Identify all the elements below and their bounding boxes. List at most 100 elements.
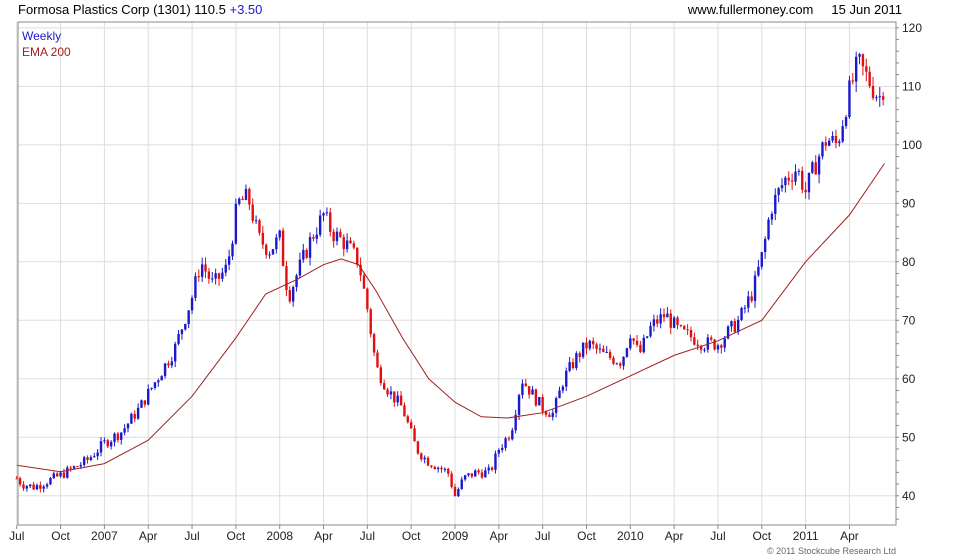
candle-body xyxy=(69,467,72,469)
candle-body xyxy=(126,423,130,429)
x-tick-label: 2011 xyxy=(793,529,819,543)
candle-body xyxy=(666,313,669,318)
candle-body xyxy=(133,413,136,419)
candle-body xyxy=(386,389,389,395)
candle-body xyxy=(426,457,430,466)
candle-body xyxy=(217,273,221,279)
candle-body xyxy=(281,230,285,267)
x-tick-label: Oct xyxy=(577,529,596,543)
candle-body xyxy=(794,171,797,182)
candle-body xyxy=(39,485,42,489)
candle-body xyxy=(659,314,662,324)
candle-body xyxy=(848,80,851,118)
candle-body xyxy=(716,345,720,350)
candle-body xyxy=(639,344,642,353)
candle-body xyxy=(160,376,163,381)
candle-body xyxy=(834,136,838,144)
legend-ema: EMA 200 xyxy=(22,45,71,59)
candle-body xyxy=(710,337,713,340)
candle-body xyxy=(352,243,356,248)
candle-body xyxy=(443,468,447,470)
candle-body xyxy=(575,353,578,369)
candle-body xyxy=(349,240,352,244)
candle-body xyxy=(177,333,180,344)
candle-body xyxy=(49,478,52,485)
candle-body xyxy=(686,329,689,331)
candle-body xyxy=(858,54,861,57)
candle-body xyxy=(527,386,531,395)
candle-body xyxy=(844,117,848,127)
candle-body xyxy=(817,156,821,175)
candle-body xyxy=(504,438,507,448)
candle-body xyxy=(457,489,460,497)
plot-frame xyxy=(17,21,897,526)
candle-body xyxy=(801,170,804,190)
candle-body xyxy=(214,273,217,279)
candle-body xyxy=(790,180,794,182)
candle-body xyxy=(581,342,585,357)
x-tick-label: Oct xyxy=(402,529,421,543)
x-tick-label: Oct xyxy=(752,529,771,543)
candle-body xyxy=(79,464,82,467)
candle-body xyxy=(42,486,45,489)
candle-body xyxy=(558,390,561,399)
candle-body xyxy=(881,96,885,100)
ema-200-line xyxy=(16,163,885,473)
candle-body xyxy=(298,259,302,276)
candle-body xyxy=(753,275,757,301)
candle-body xyxy=(123,428,126,433)
candle-body xyxy=(760,252,763,267)
candle-body xyxy=(548,414,551,417)
candle-body xyxy=(393,391,396,403)
x-tick-label: Oct xyxy=(51,529,70,543)
candle-body xyxy=(561,386,565,391)
candle-body xyxy=(440,467,443,470)
x-tick-label: Apr xyxy=(314,529,333,543)
candle-body xyxy=(66,467,69,478)
candle-body xyxy=(517,395,521,415)
candle-body xyxy=(308,237,312,258)
candle-body xyxy=(656,319,659,324)
x-tick-label: 2007 xyxy=(91,529,118,543)
candle-body xyxy=(622,356,625,366)
candle-body xyxy=(345,240,349,250)
candle-body xyxy=(784,177,787,186)
x-axis: Jul Oct 2007 Apr Jul Oct 2008 Apr Jul Oct 2009 Apr J… xyxy=(9,525,859,543)
candle-body xyxy=(615,363,619,365)
candle-body xyxy=(538,397,541,406)
candle-body xyxy=(757,266,760,276)
candle-body xyxy=(450,473,453,487)
candle-body xyxy=(747,296,750,308)
candle-body xyxy=(490,467,494,470)
candle-body xyxy=(180,329,184,334)
candle-body xyxy=(696,344,699,346)
candle-body xyxy=(275,237,278,250)
candle-body xyxy=(494,453,497,470)
candle-body xyxy=(787,177,790,181)
candle-body xyxy=(521,383,524,396)
candle-body xyxy=(713,339,716,350)
candle-body xyxy=(807,172,811,193)
candle-body xyxy=(258,220,261,233)
candle-body xyxy=(295,275,298,288)
candle-body xyxy=(288,290,292,302)
candle-body xyxy=(571,362,575,369)
candle-body xyxy=(743,307,747,309)
candle-body xyxy=(190,297,194,311)
candle-body xyxy=(497,449,501,454)
candle-body xyxy=(244,188,248,200)
candle-body xyxy=(595,344,598,349)
candle-body xyxy=(82,457,86,465)
candle-body xyxy=(777,188,780,195)
candle-body xyxy=(854,56,858,82)
candle-body xyxy=(170,361,174,366)
candle-body xyxy=(227,256,231,265)
candle-body xyxy=(453,486,457,497)
candle-body xyxy=(143,400,147,405)
candle-body xyxy=(672,317,676,328)
x-tick-label: Jul xyxy=(184,529,199,543)
candle-body xyxy=(423,457,426,460)
candle-body xyxy=(797,170,801,172)
candle-body xyxy=(814,162,817,175)
candle-body xyxy=(383,383,386,390)
